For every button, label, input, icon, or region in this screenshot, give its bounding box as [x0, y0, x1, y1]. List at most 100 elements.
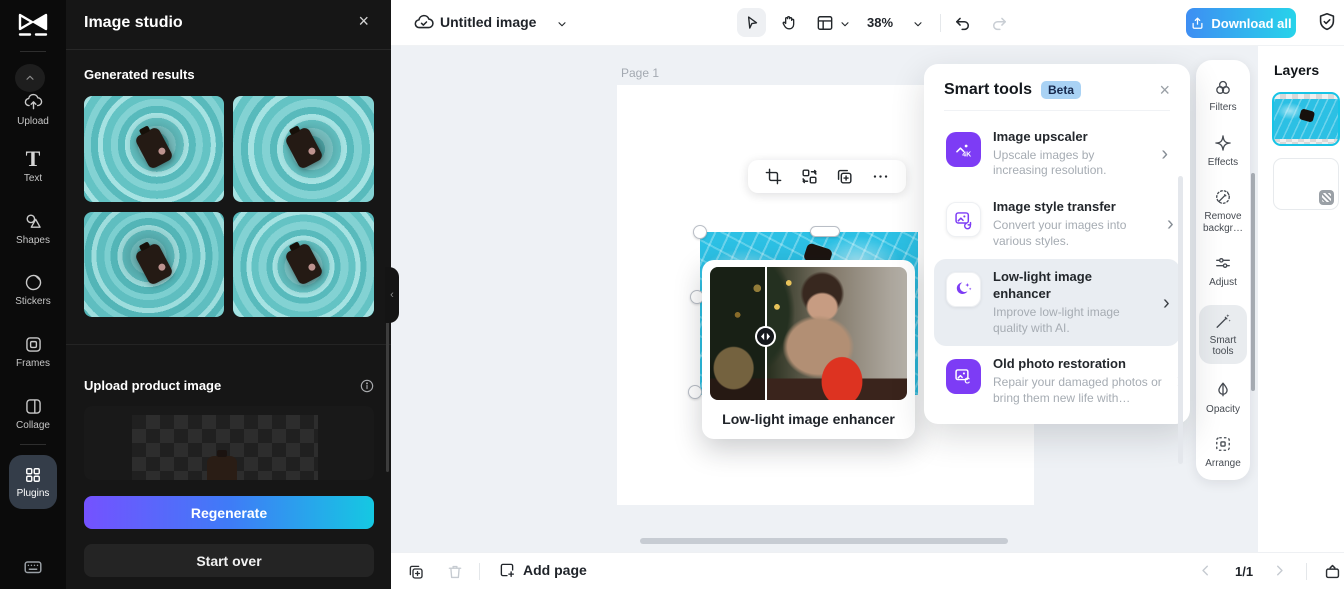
layers-title: Layers: [1274, 62, 1320, 78]
sidebar-item-text[interactable]: T Text: [0, 148, 66, 185]
layer-thumbnail-selected[interactable]: [1272, 92, 1340, 146]
next-page-icon[interactable]: [1271, 562, 1288, 579]
arrange-icon: [1213, 434, 1233, 454]
uploaded-product-image[interactable]: [84, 406, 374, 480]
shield-check-icon[interactable]: [1316, 11, 1338, 33]
layout-frame-button[interactable]: [815, 13, 835, 33]
resize-handle-top-left[interactable]: [693, 225, 707, 239]
toolbar-item-filters[interactable]: Filters: [1199, 75, 1247, 117]
regenerate-button[interactable]: Regenerate: [84, 496, 374, 529]
product-bottle: [134, 126, 174, 170]
add-page-button[interactable]: Add page: [498, 561, 587, 579]
divider: [479, 563, 480, 580]
canvas-horizontal-scrollbar[interactable]: [640, 538, 1008, 544]
filters-icon: [1213, 78, 1233, 98]
navigation-rail: Upload T Text Shapes Stickers Frames Col…: [0, 0, 66, 589]
delete-page-icon[interactable]: [446, 563, 464, 581]
layer-thumbnail-background[interactable]: [1273, 158, 1339, 210]
duplicate-icon[interactable]: [835, 167, 854, 186]
more-options-icon[interactable]: [871, 167, 890, 186]
tool-desc: Upscale images by increasing resolution.: [993, 147, 1107, 178]
present-fullscreen-icon[interactable]: [1323, 562, 1342, 581]
tool-title: Image upscaler: [993, 129, 1088, 144]
generated-result-thumbnail[interactable]: [233, 212, 374, 317]
effects-icon: [1213, 133, 1233, 153]
toolbar-item-adjust[interactable]: Adjust: [1199, 250, 1247, 292]
generated-result-thumbnail[interactable]: [233, 96, 374, 202]
previous-page-icon[interactable]: [1197, 562, 1214, 579]
crop-icon[interactable]: [764, 167, 783, 186]
sidebar-item-stickers[interactable]: Stickers: [0, 272, 66, 307]
tool-item-low-light-enhancer[interactable]: Low-light image enhancer Improve low-lig…: [934, 259, 1180, 347]
beta-badge: Beta: [1041, 81, 1082, 99]
collapse-panel-handle[interactable]: ‹: [385, 267, 399, 323]
redo-icon[interactable]: [989, 13, 1009, 33]
chevron-down-icon[interactable]: [912, 18, 924, 30]
select-tool-button[interactable]: [737, 8, 766, 37]
preview-card-label: Low-light image enhancer: [722, 411, 895, 427]
image-style-transfer-icon: [946, 202, 981, 238]
sidebar-item-frames[interactable]: Frames: [0, 334, 66, 369]
share-up-icon: [1192, 17, 1203, 29]
toolbar-item-arrange[interactable]: Arrange: [1199, 431, 1247, 473]
divider: [944, 110, 1170, 111]
start-over-button[interactable]: Start over: [84, 544, 374, 577]
upload-product-heading: Upload product image: [84, 378, 222, 393]
replace-icon[interactable]: [800, 167, 819, 186]
divider: [66, 49, 391, 50]
scroll-up-circle-icon[interactable]: [15, 64, 45, 92]
project-title[interactable]: Untitled image: [440, 14, 536, 30]
canvas-vertical-scrollbar[interactable]: [1251, 173, 1255, 391]
keyboard-shortcuts-icon[interactable]: [22, 556, 44, 578]
frames-icon: [23, 334, 44, 355]
tool-item-old-photo-restoration[interactable]: C Old photo restoration Repair your dama…: [934, 346, 1184, 416]
tool-item-image-upscaler[interactable]: 4K Image upscaler Upscale images by incr…: [934, 119, 1180, 189]
divider: [940, 14, 941, 32]
sidebar-item-shapes[interactable]: Shapes: [0, 211, 66, 246]
zoom-level[interactable]: 38%: [867, 15, 893, 30]
svg-text:4K: 4K: [962, 152, 971, 159]
tool-item-image-style-transfer[interactable]: Image style transfer Convert your images…: [934, 189, 1180, 259]
low-light-enhancer-icon: [946, 272, 981, 308]
tool-title: Image style transfer: [993, 199, 1116, 215]
hand-tool-button[interactable]: [779, 13, 799, 33]
resize-handle-top-center[interactable]: [810, 226, 840, 237]
chevron-right-icon: ›: [1163, 291, 1170, 314]
close-icon[interactable]: ×: [1159, 81, 1170, 99]
generated-result-thumbnail[interactable]: [84, 96, 224, 202]
panel-scrollbar[interactable]: [386, 312, 389, 472]
sidebar-item-plugins[interactable]: Plugins: [9, 455, 57, 509]
product-bottle: [207, 450, 237, 480]
toolbar-item-effects[interactable]: Effects: [1199, 130, 1247, 172]
image-studio-panel: Image studio × Generated results Upload …: [66, 0, 391, 589]
sidebar-item-upload[interactable]: Upload: [0, 92, 66, 127]
download-all-button[interactable]: Download all: [1186, 8, 1296, 38]
image-upscaler-icon: 4K: [946, 132, 981, 167]
close-icon[interactable]: ×: [358, 12, 369, 30]
tool-desc: Convert your images into various styles.: [993, 217, 1127, 248]
chevron-down-icon[interactable]: [556, 18, 568, 30]
upload-cloud-icon: [23, 92, 44, 113]
compare-slider-handle[interactable]: [755, 326, 777, 347]
toolbar-item-remove-background[interactable]: Remove backgr…: [1199, 184, 1247, 237]
info-icon[interactable]: [359, 378, 375, 394]
smart-tools-popup: Smart tools Beta × 4K Image upscaler Ups…: [924, 64, 1190, 464]
toolbar-item-opacity[interactable]: Opacity: [1199, 377, 1247, 419]
popup-scrollbar[interactable]: [1178, 176, 1183, 464]
generated-results-heading: Generated results: [84, 67, 195, 82]
smart-tools-title: Smart tools: [944, 81, 1033, 98]
page-indicator: 1/1: [1235, 564, 1254, 579]
sidebar-item-collage[interactable]: Collage: [0, 396, 66, 431]
divider: [20, 51, 46, 52]
page-label: Page 1: [621, 66, 660, 80]
undo-icon[interactable]: [953, 13, 973, 33]
capcut-logo[interactable]: [17, 10, 49, 38]
resize-handle-bottom-left[interactable]: [688, 385, 702, 399]
tool-title: Low-light image enhancer: [993, 269, 1092, 302]
generated-result-thumbnail[interactable]: [84, 212, 224, 317]
low-light-preview-card[interactable]: Low-light image enhancer: [702, 260, 915, 439]
collage-icon: [23, 396, 44, 417]
toolbar-item-smart-tools[interactable]: Smart tools: [1199, 304, 1247, 364]
duplicate-page-icon[interactable]: [407, 563, 425, 581]
chevron-down-icon[interactable]: [839, 18, 851, 30]
